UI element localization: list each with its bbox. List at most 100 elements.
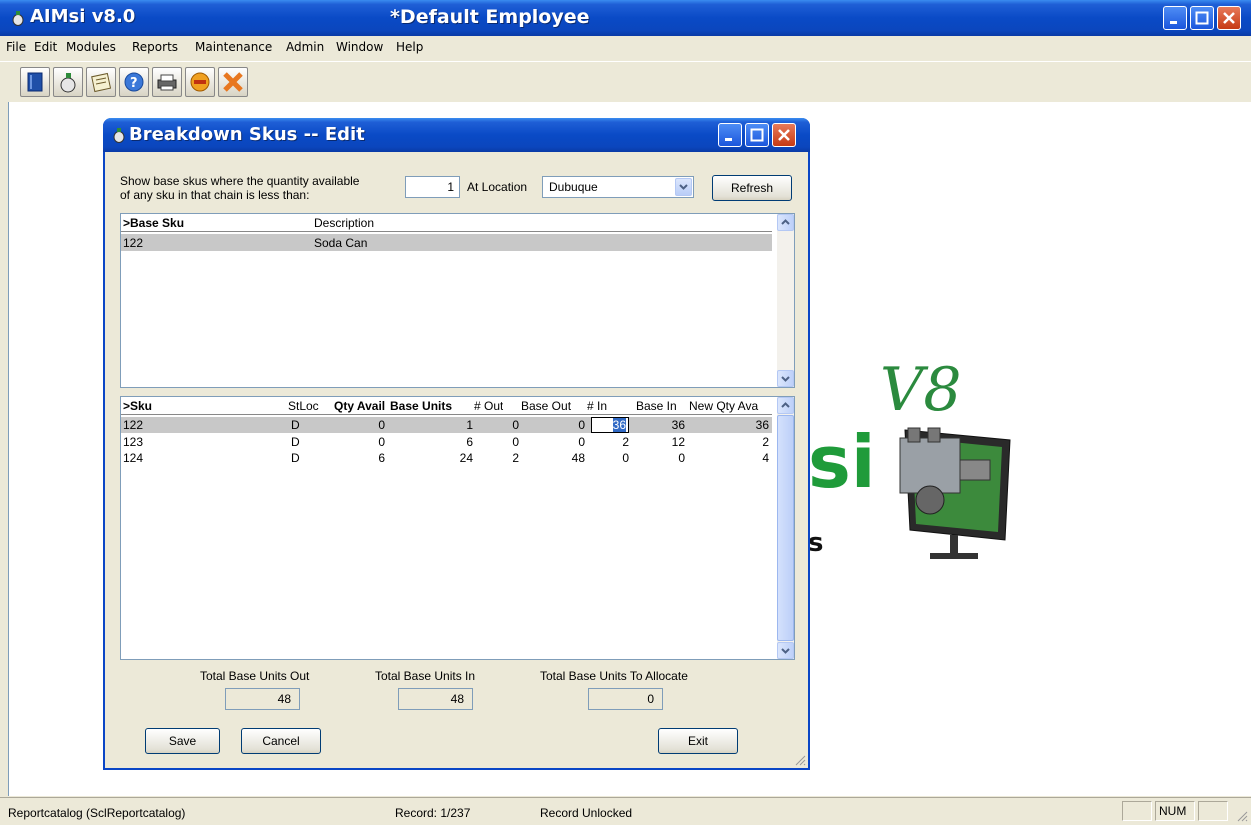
total-out-value: 48 (225, 688, 300, 710)
status-lock: Record Unlocked (540, 806, 633, 820)
breakdown-skus-dialog: Breakdown Skus -- Edit Show base skus wh… (103, 118, 810, 770)
quantity-input[interactable]: 1 (405, 176, 460, 198)
menu-window[interactable]: Window (336, 40, 383, 54)
cell-base-units: 1 (466, 418, 473, 432)
location-select[interactable]: Dubuque (542, 176, 694, 198)
toolbar-book-button[interactable] (20, 67, 50, 97)
window-title: *Default Employee (390, 6, 590, 28)
cell-stloc: D (291, 451, 300, 465)
toolbar-money-button[interactable] (53, 67, 83, 97)
save-button[interactable]: Save (145, 728, 220, 754)
table-row[interactable]: 122 Soda Can (121, 234, 772, 251)
minimize-icon (1170, 21, 1177, 24)
menu-admin[interactable]: Admin (286, 40, 324, 54)
dialog-maximize-button[interactable] (745, 123, 769, 147)
cell-new-qty: 4 (762, 451, 769, 465)
svg-text:?: ? (130, 76, 138, 91)
cell-in: 2 (622, 435, 629, 449)
cancel-button[interactable]: Cancel (241, 728, 321, 754)
exit-button-label: Exit (687, 734, 708, 748)
column-header-in[interactable]: # In (587, 399, 607, 413)
toolbar-notepad-button[interactable] (86, 67, 116, 97)
toolbar-exit-button[interactable] (218, 67, 248, 97)
cell-sku: 122 (123, 418, 144, 432)
chevron-down-icon (781, 376, 790, 382)
close-icon (1223, 12, 1235, 24)
cancel-button-label: Cancel (262, 734, 300, 748)
menu-edit[interactable]: Edit (34, 40, 57, 54)
dialog-close-button[interactable] (772, 123, 796, 147)
menu-help[interactable]: Help (396, 40, 423, 54)
cell-base-in: 36 (671, 418, 685, 432)
cell-base-units: 6 (466, 435, 473, 449)
cell-out: 0 (512, 418, 519, 432)
scroll-up-button[interactable] (777, 397, 794, 414)
dialog-minimize-button[interactable] (718, 123, 742, 147)
toolbar-print-button[interactable] (152, 67, 182, 97)
column-header-sku[interactable]: >Sku (123, 399, 152, 413)
cell-base-out: 48 (571, 451, 585, 465)
cell-base-sku: 122 (123, 236, 144, 250)
cell-new-qty: 36 (755, 418, 769, 432)
maximize-icon (1195, 11, 1209, 25)
column-header-description[interactable]: Description (314, 216, 374, 230)
base-grid-scrollbar[interactable] (777, 214, 794, 387)
base-sku-grid: >Base Sku Description 122 Soda Can (120, 213, 795, 388)
resize-grip-icon[interactable] (1236, 810, 1248, 822)
money-bag-icon (60, 73, 76, 93)
cell-stloc: D (291, 418, 300, 432)
money-bag-icon (113, 128, 125, 143)
in-quantity-input[interactable]: 36 (591, 417, 629, 433)
column-header-out[interactable]: # Out (474, 399, 503, 413)
resize-grip-icon[interactable] (794, 754, 806, 766)
toolbar-help-button[interactable]: ? (119, 67, 149, 97)
table-row[interactable]: 123 D 0 6 0 0 2 12 2 (121, 434, 772, 450)
chevron-up-icon (781, 402, 790, 408)
table-row[interactable]: 124 D 6 24 2 48 0 0 4 (121, 450, 772, 466)
chevron-up-icon (781, 219, 790, 225)
status-num: NUM (1159, 804, 1187, 818)
exit-icon (223, 72, 243, 92)
refresh-button[interactable]: Refresh (712, 175, 792, 201)
in-quantity-selected-text: 36 (612, 418, 626, 432)
sku-detail-grid: >Sku StLoc Qty Avail Base Units # Out Ba… (120, 396, 795, 660)
status-pane-scroll (1198, 801, 1228, 821)
column-header-base-units[interactable]: Base Units (390, 399, 452, 413)
location-dropdown-button[interactable] (675, 178, 692, 196)
close-button[interactable] (1217, 6, 1241, 30)
column-header-stloc[interactable]: StLoc (288, 399, 319, 413)
total-allocate-label: Total Base Units To Allocate (540, 669, 688, 683)
scroll-up-button[interactable] (777, 214, 794, 231)
book-icon (27, 72, 43, 92)
menu-bar: File Edit Modules Reports Maintenance Ad… (0, 36, 1251, 60)
menu-modules[interactable]: Modules (66, 40, 116, 54)
maximize-icon (750, 128, 764, 142)
cell-sku: 123 (123, 435, 144, 449)
scroll-down-button[interactable] (777, 642, 794, 659)
cell-out: 2 (512, 451, 519, 465)
location-select-value: Dubuque (549, 180, 598, 194)
scroll-down-button[interactable] (777, 370, 794, 387)
help-icon: ? (124, 72, 144, 92)
toolbar: ? (0, 61, 1251, 101)
save-button-label: Save (168, 734, 197, 748)
column-header-base-out[interactable]: Base Out (521, 399, 571, 413)
sku-grid-scrollbar[interactable] (777, 397, 794, 659)
menu-file[interactable]: File (6, 40, 26, 54)
column-header-base-sku[interactable]: >Base Sku (123, 216, 184, 230)
column-header-new-qty[interactable]: New Qty Ava (689, 399, 771, 413)
menu-maintenance[interactable]: Maintenance (195, 40, 272, 54)
cell-base-in: 0 (678, 451, 685, 465)
chevron-down-icon (781, 648, 790, 654)
column-header-qty-avail[interactable]: Qty Avail (334, 399, 385, 413)
scroll-thumb[interactable] (777, 415, 794, 641)
maximize-button[interactable] (1190, 6, 1214, 30)
cell-sku: 124 (123, 451, 144, 465)
column-header-base-in[interactable]: Base In (636, 399, 677, 413)
menu-reports[interactable]: Reports (132, 40, 178, 54)
exit-button[interactable]: Exit (658, 728, 738, 754)
minimize-button[interactable] (1163, 6, 1187, 30)
table-row[interactable]: 122 D 0 1 0 0 36 36 36 (121, 417, 772, 433)
cell-qty-avail: 6 (378, 451, 385, 465)
toolbar-stop-button[interactable] (185, 67, 215, 97)
